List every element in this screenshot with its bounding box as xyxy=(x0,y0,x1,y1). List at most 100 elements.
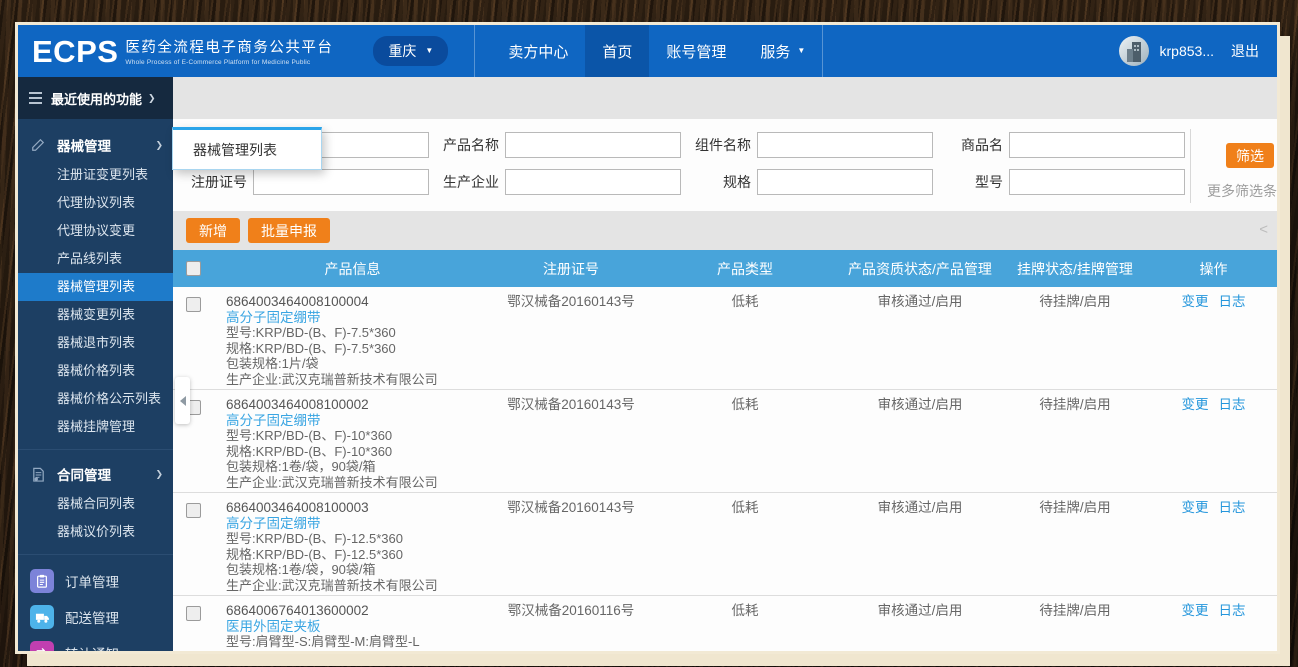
sidebar-section[interactable]: 合同管理 ❯ xyxy=(18,458,173,490)
action-link[interactable]: 日志 xyxy=(1219,294,1246,309)
registration-number: 鄂汉械备20160143号 xyxy=(507,397,635,412)
sidebar-item[interactable]: 器械价格列表 xyxy=(18,357,173,385)
sidebar-item-label: 配送管理 xyxy=(65,611,119,626)
sidebar-item[interactable]: 注册证变更列表 xyxy=(18,161,173,189)
filter-field-label: 规格 xyxy=(723,174,751,190)
caret-down-icon: ▼ xyxy=(425,46,434,55)
table-body: 6864003464008100004 高分子固定绷带 型号:KRP/BD-(B、F… xyxy=(173,287,1277,651)
sidebar-item[interactable]: 器械价格公示列表 xyxy=(18,385,173,413)
table-toolbar: 新增 批量申报 < xyxy=(173,211,1277,250)
nav-item[interactable]: 首页 xyxy=(585,25,650,77)
action-link[interactable]: 变更 xyxy=(1182,603,1209,618)
sidebar-section[interactable]: 器械管理 ❯ xyxy=(18,129,173,161)
qualification-status: 审核通过/启用 xyxy=(877,397,963,412)
product-detail: 规格:KRP/BD-(B、F)-7.5*360 xyxy=(226,340,396,356)
recent-function-dropdown: 器械管理列表 xyxy=(172,127,322,170)
scroll-left-icon[interactable]: < xyxy=(1259,221,1268,238)
product-code: 6864003464008100004 xyxy=(226,294,369,309)
listing-status: 待挂牌/启用 xyxy=(1039,294,1111,309)
action-link[interactable]: 日志 xyxy=(1219,500,1246,515)
sidebar-item[interactable]: 器械退市列表 xyxy=(18,329,173,357)
sidebar-item[interactable]: 配送管理 xyxy=(18,599,173,635)
filter-field: 组件名称 xyxy=(689,132,941,158)
ecps-logo: ECPS xyxy=(32,33,119,69)
product-name-link[interactable]: 高分子固定绷带 xyxy=(226,413,321,428)
filter-input[interactable] xyxy=(1009,132,1185,158)
product-detail: 型号:KRP/BD-(B、F)-10*360 xyxy=(226,428,393,443)
sidebar-item[interactable]: 器械管理列表 xyxy=(18,273,173,301)
column-header: 挂牌状态/挂牌管理 xyxy=(1017,260,1133,277)
column-header: 注册证号 xyxy=(543,260,599,277)
filter-field: 产品名称 xyxy=(437,132,689,158)
nav-item[interactable]: 卖方中心 xyxy=(491,25,585,77)
column-header: 产品资质状态/产品管理 xyxy=(848,260,992,277)
sidebar-collapse-handle[interactable] xyxy=(175,377,190,424)
sidebar-item[interactable]: 代理协议列表 xyxy=(18,189,173,217)
row-actions: 变更 日志 xyxy=(1150,603,1277,619)
action-link[interactable]: 变更 xyxy=(1182,500,1209,515)
product-type: 低耗 xyxy=(731,603,759,618)
product-info-cell: 6864003464008100004 高分子固定绷带 型号:KRP/BD-(B、F… xyxy=(213,294,492,387)
sidebar-item[interactable]: 订单管理 xyxy=(18,563,173,599)
search-filter-panel: 产品编码产品名称组件名称商品名 注册证号生产企业规格型号 筛选 更多筛选条 xyxy=(173,119,1277,211)
add-button[interactable]: 新增 xyxy=(186,218,240,243)
chevron-right-icon: ❯ xyxy=(155,139,163,150)
filter-field: 商品名 xyxy=(941,132,1193,158)
sidebar-item[interactable]: 转让通知 xyxy=(18,635,173,651)
product-name-link[interactable]: 高分子固定绷带 xyxy=(226,310,321,325)
region-selector[interactable]: 重庆 ▼ xyxy=(373,36,449,66)
chevron-right-icon: ❯ xyxy=(148,92,156,103)
sidebar-section-label: 合同管理 xyxy=(57,468,111,483)
filter-field-label: 注册证号 xyxy=(191,174,247,190)
sidebar-item[interactable]: 代理协议变更 xyxy=(18,217,173,245)
filter-input[interactable] xyxy=(757,169,933,195)
action-link[interactable]: 日志 xyxy=(1219,397,1246,412)
product-detail: 生产企业:武汉克瑞普新技术有限公司 xyxy=(226,577,438,593)
product-name-link[interactable]: 医用外固定夹板 xyxy=(226,619,321,634)
more-filters-link[interactable]: 更多筛选条 xyxy=(1207,181,1277,201)
avatar[interactable] xyxy=(1118,36,1149,66)
recent-functions-header[interactable]: 最近使用的功能 ❯ xyxy=(18,77,173,119)
sidebar-item[interactable]: 器械议价列表 xyxy=(18,518,173,546)
table-row: 6864003464008100002 高分子固定绷带 型号:KRP/BD-(B、F… xyxy=(173,390,1277,493)
filter-input[interactable] xyxy=(757,132,933,158)
product-detail: 生产企业:武汉克瑞普新技术有限公司 xyxy=(226,474,438,490)
action-link[interactable]: 日志 xyxy=(1219,603,1246,618)
sidebar-item[interactable]: 器械变更列表 xyxy=(18,301,173,329)
product-detail: 包装规格:1片/袋 xyxy=(226,356,319,371)
platform-subtitle: Whole Process of E-Commerce Platform for… xyxy=(125,59,311,66)
logout-button[interactable]: 退出 xyxy=(1231,41,1259,61)
sidebar-item[interactable]: 产品线列表 xyxy=(18,245,173,273)
product-name-link[interactable]: 高分子固定绷带 xyxy=(226,516,321,531)
table-row: 6864003464008100004 高分子固定绷带 型号:KRP/BD-(B、F… xyxy=(173,287,1277,390)
platform-title: 医药全流程电子商务公共平台 xyxy=(125,40,334,56)
dropdown-item[interactable]: 器械管理列表 xyxy=(193,140,277,160)
sidebar-item[interactable]: 器械合同列表 xyxy=(18,490,173,518)
filter-input[interactable] xyxy=(253,169,429,195)
nav-item[interactable]: 服务 ▼ xyxy=(743,25,822,77)
action-link[interactable]: 变更 xyxy=(1182,294,1209,309)
filter-input[interactable] xyxy=(1009,169,1185,195)
table-header: 产品信息 注册证号 产品类型 产品资质状态/产品管理 挂牌状态/挂牌管理 操作 xyxy=(173,250,1277,287)
nav-item[interactable]: 账号管理 xyxy=(649,25,743,77)
listing-status: 待挂牌/启用 xyxy=(1039,397,1111,412)
nav-item-label: 首页 xyxy=(602,43,633,61)
sidebar-item[interactable]: 器械挂牌管理 xyxy=(18,413,173,441)
row-checkbox[interactable] xyxy=(185,503,201,518)
filter-input[interactable] xyxy=(505,169,681,195)
topbar-divider xyxy=(822,25,824,77)
row-checkbox[interactable] xyxy=(185,297,201,312)
filter-field: 注册证号 xyxy=(185,169,437,195)
column-header: 产品信息 xyxy=(324,260,381,277)
select-all-checkbox[interactable] xyxy=(185,261,201,276)
action-link[interactable]: 变更 xyxy=(1182,397,1209,412)
row-checkbox[interactable] xyxy=(185,606,201,621)
product-info-cell: 6864003464008100003 高分子固定绷带 型号:KRP/BD-(B、F… xyxy=(213,500,492,593)
product-detail: 型号:KRP/BD-(B、F)-7.5*360 xyxy=(226,325,396,340)
username[interactable]: krp853... xyxy=(1160,43,1214,59)
batch-declare-button[interactable]: 批量申报 xyxy=(248,218,330,243)
filter-button[interactable]: 筛选 xyxy=(1226,143,1274,168)
region-label: 重庆 xyxy=(388,43,417,59)
row-actions: 变更 日志 xyxy=(1150,500,1277,516)
filter-input[interactable] xyxy=(505,132,681,158)
